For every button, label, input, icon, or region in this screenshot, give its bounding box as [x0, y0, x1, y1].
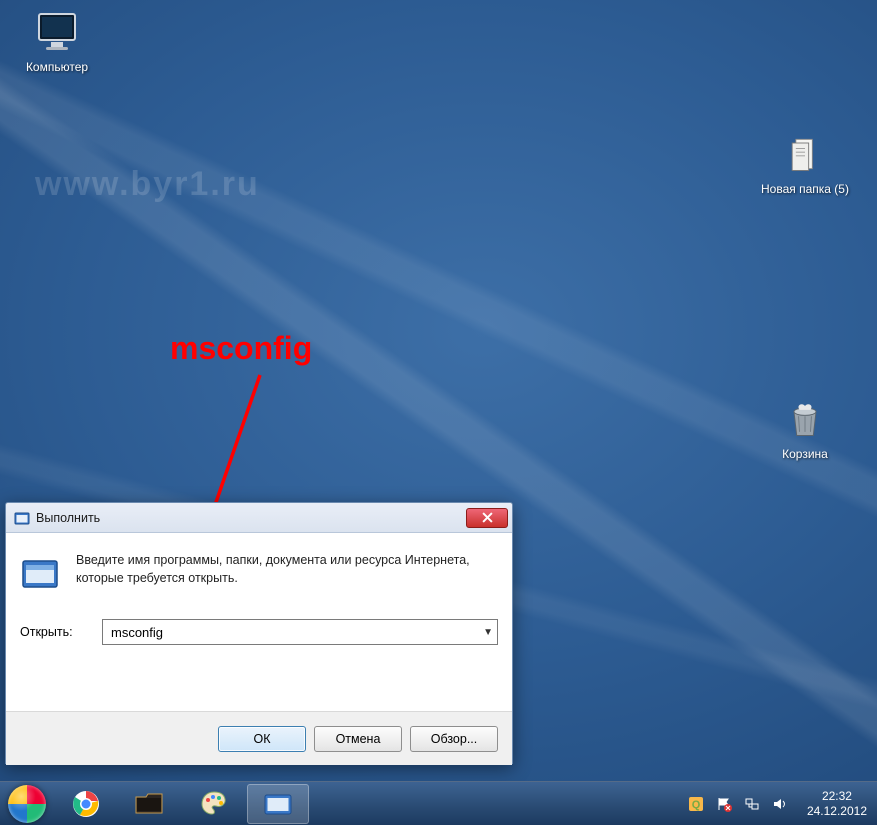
browse-button[interactable]: Обзор...: [410, 726, 498, 752]
tray-network-icon[interactable]: [743, 795, 761, 813]
clock-time: 22:32: [807, 789, 867, 804]
desktop-icon-label: Корзина: [760, 447, 850, 461]
command-value: msconfig: [111, 625, 163, 640]
windows-logo-icon: [8, 785, 46, 823]
clock-date: 24.12.2012: [807, 804, 867, 819]
tray-notification-icon[interactable]: Q: [687, 795, 705, 813]
cancel-button[interactable]: Отмена: [314, 726, 402, 752]
run-body-icon: [20, 553, 60, 593]
start-button[interactable]: [0, 782, 54, 825]
taskbar: Q 22:32 24.12.2012: [0, 781, 877, 825]
run-title-icon: [14, 510, 30, 526]
paint-icon: [199, 789, 229, 819]
trash-icon: [781, 395, 829, 443]
monitor-icon: [33, 8, 81, 56]
desktop-icon-recycle-bin[interactable]: Корзина: [760, 395, 850, 461]
dialog-title: Выполнить: [36, 511, 466, 525]
desktop-icon-computer[interactable]: Компьютер: [12, 8, 102, 74]
taskbar-clock[interactable]: 22:32 24.12.2012: [799, 789, 867, 819]
annotation-label: msconfig: [170, 330, 312, 367]
chrome-icon: [71, 789, 101, 819]
taskbar-item-explorer[interactable]: [119, 784, 181, 824]
taskbar-item-run-active[interactable]: [247, 784, 309, 824]
run-icon: [263, 792, 293, 816]
desktop[interactable]: www.byr1.ru Компьютер Новая папка (5): [0, 0, 877, 825]
taskbar-item-paint[interactable]: [183, 784, 245, 824]
taskbar-item-chrome[interactable]: [55, 784, 117, 824]
desktop-icon-new-folder[interactable]: Новая папка (5): [760, 130, 850, 196]
close-button[interactable]: [466, 508, 508, 528]
dialog-titlebar[interactable]: Выполнить: [6, 503, 512, 533]
folder-icon: [134, 791, 166, 817]
desktop-icon-label: Компьютер: [12, 60, 102, 74]
watermark-text: www.byr1.ru: [35, 165, 260, 204]
command-combobox[interactable]: msconfig ▼: [102, 619, 498, 645]
chevron-down-icon: ▼: [483, 627, 493, 638]
run-dialog: Выполнить Введите имя программы, папки, …: [5, 502, 513, 764]
dialog-instruction: Введите имя программы, папки, документа …: [76, 551, 498, 593]
svg-text:Q: Q: [692, 799, 701, 811]
desktop-icon-label: Новая папка (5): [760, 182, 850, 196]
tray-flag-blocked-icon[interactable]: [715, 795, 733, 813]
ok-button[interactable]: ОК: [218, 726, 306, 752]
tray-volume-icon[interactable]: [771, 795, 789, 813]
system-tray: Q 22:32 24.12.2012: [687, 789, 877, 819]
open-label: Открыть:: [20, 625, 92, 639]
folder-icon: [781, 130, 829, 178]
